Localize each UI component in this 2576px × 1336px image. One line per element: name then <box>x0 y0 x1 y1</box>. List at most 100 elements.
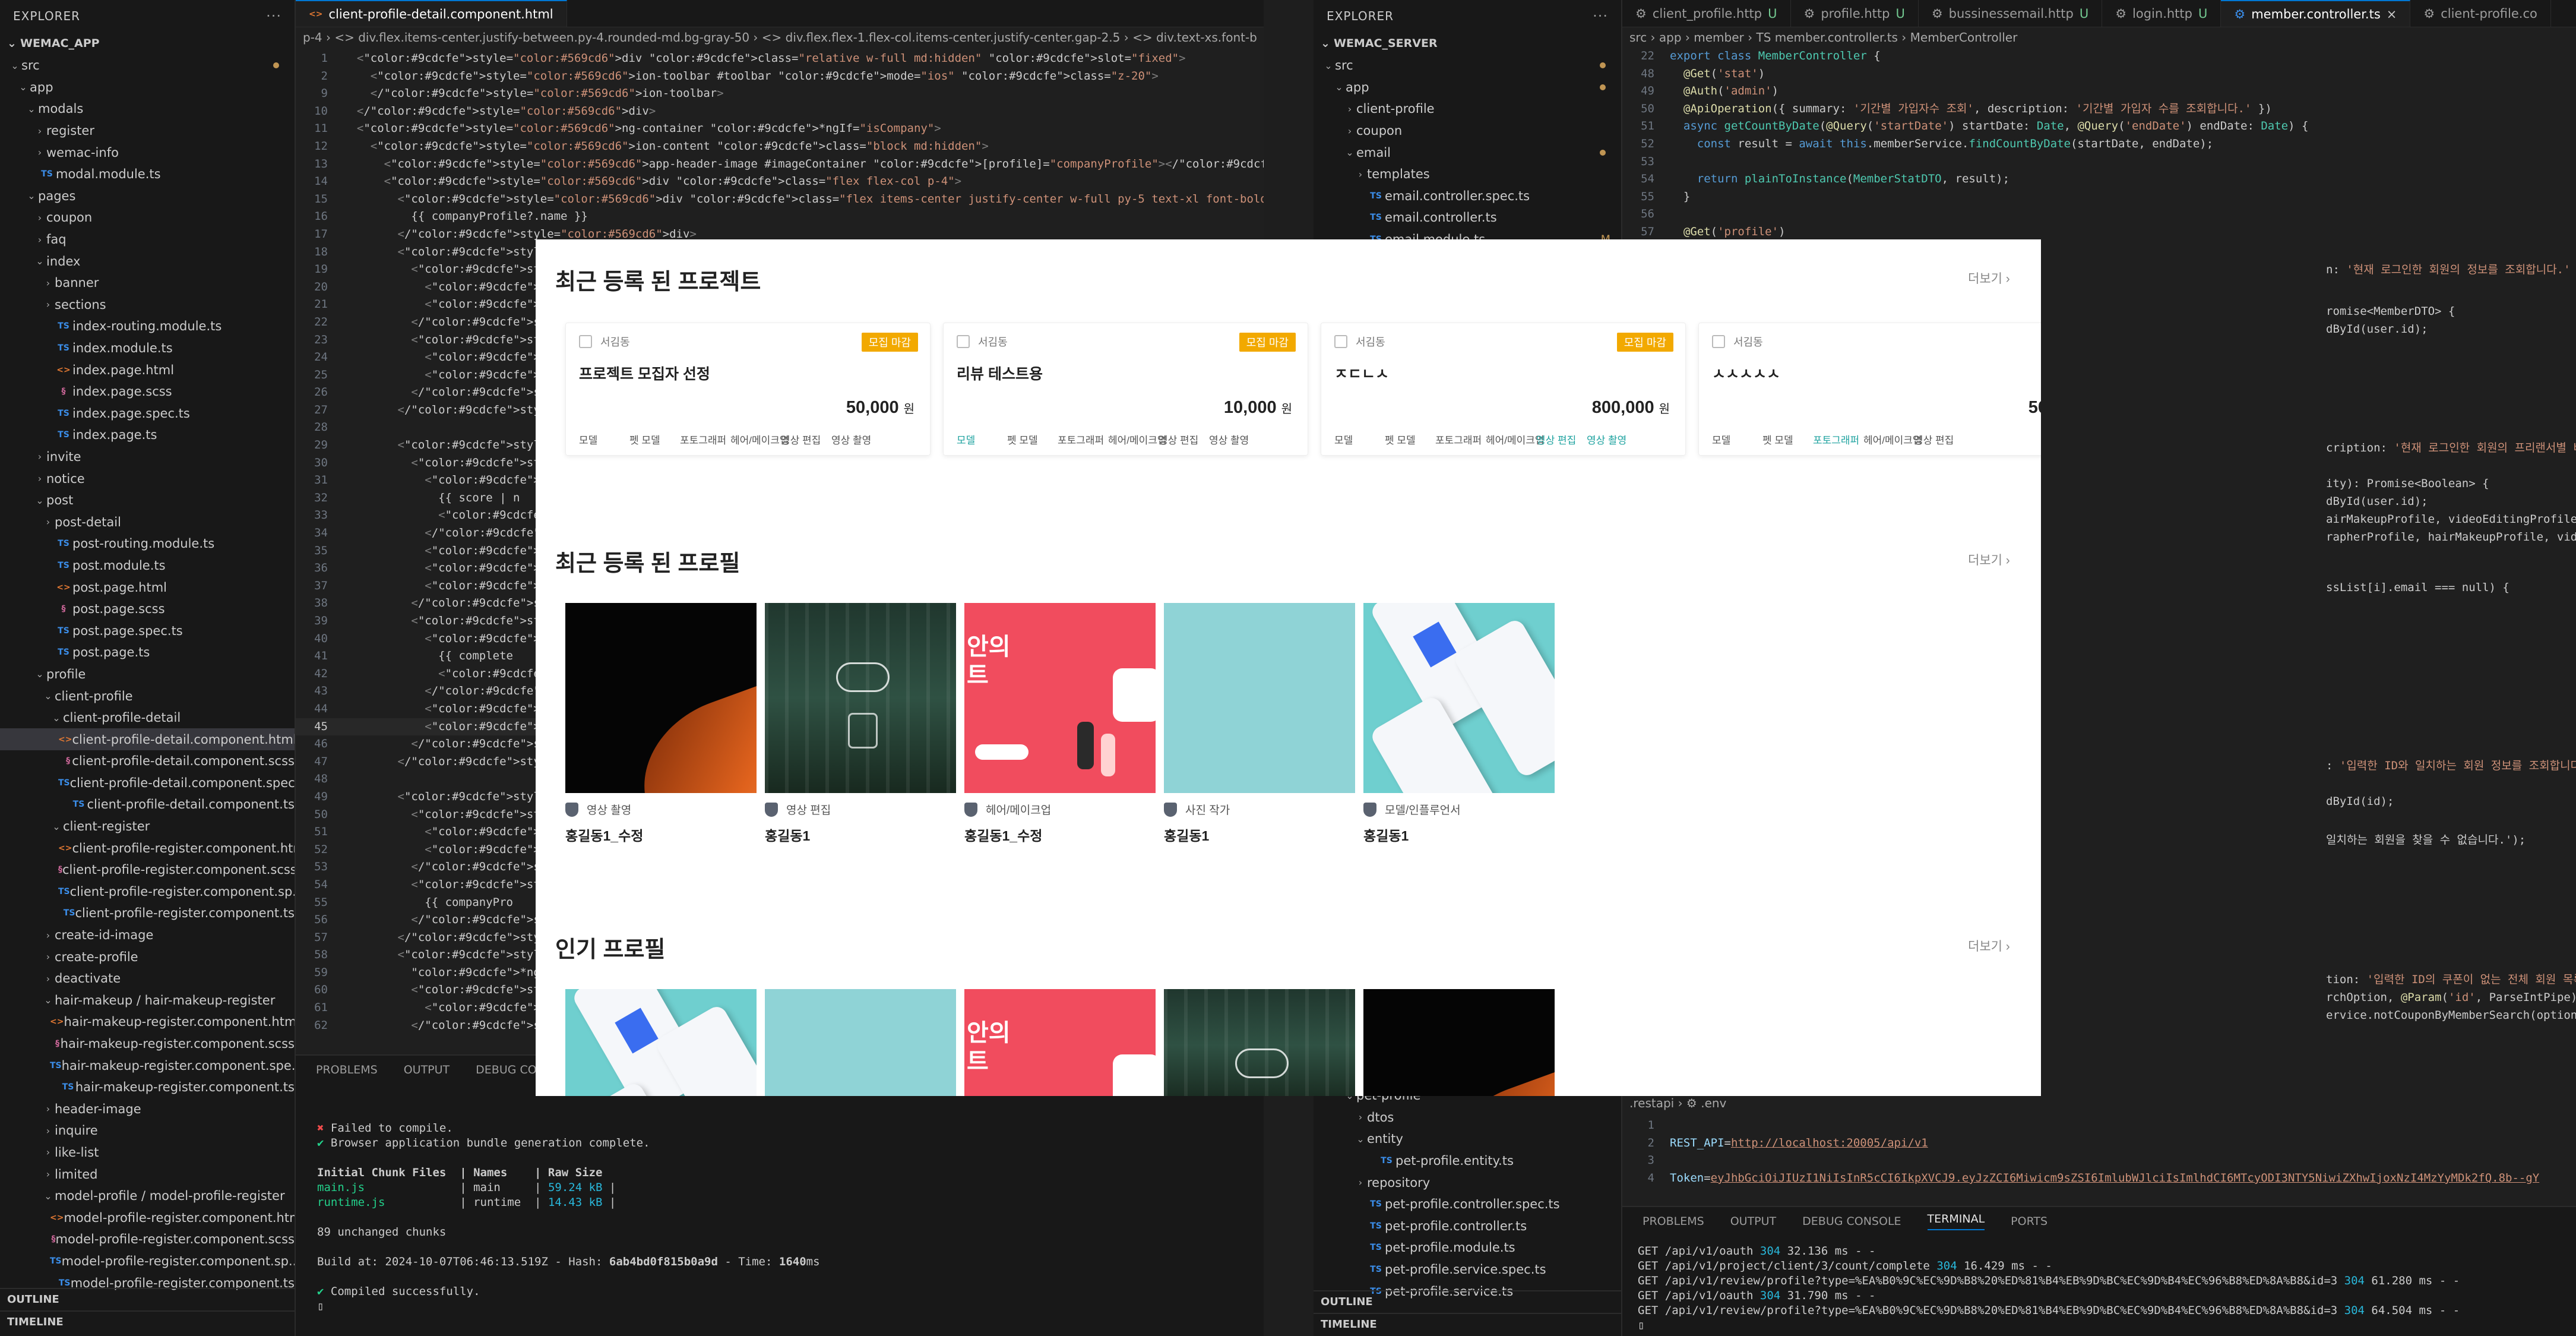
tree-folder[interactable]: › coupon <box>0 207 295 229</box>
tree-file[interactable]: TS post.module.ts <box>0 555 295 577</box>
editor-tab[interactable]: ⚙ login.http U <box>2102 0 2221 27</box>
profile-card[interactable]: 안의 트 헤어/메이크업 홍길동1_수정 <box>964 603 1156 845</box>
panel-tab-problems[interactable]: PROBLEMS <box>316 1063 378 1076</box>
profile-card[interactable]: 모델/인플루언서 홍길동1 <box>1363 603 1555 845</box>
tree-file[interactable]: TS modal.module.ts <box>0 163 295 185</box>
more-actions-icon[interactable]: ··· <box>1593 8 1608 24</box>
tree-folder[interactable]: ⌄ src <box>1314 55 1621 77</box>
more-actions-icon[interactable]: ··· <box>266 8 281 24</box>
editor-tab[interactable]: ⚙ client-profile.co <box>2410 0 2551 27</box>
tree-file[interactable]: TS client-profile-register.component.ts <box>0 902 295 924</box>
tree-folder[interactable]: › templates <box>1314 163 1621 185</box>
tree-file[interactable]: <> index.page.html <box>0 359 295 381</box>
tree-folder[interactable]: ⌄ client-profile <box>0 685 295 707</box>
project-card[interactable]: 서김동 ㅅㅅㅅㅅㅅ 50 모델 펫 모델 포토그래퍼헤어/메이크업영상 편집 <box>1698 323 2041 456</box>
tree-file[interactable]: TS index.module.ts <box>0 337 295 359</box>
tree-file[interactable]: TS pet-profile.module.ts <box>1314 1237 1621 1259</box>
tree-file[interactable]: TS model-profile-register.component.sp... <box>0 1250 295 1272</box>
profile-card[interactable]: 영상 편집 홍길동1 <box>765 603 956 845</box>
tree-folder[interactable]: › sections <box>0 294 295 316</box>
tree-folder[interactable]: ⌄ index <box>0 250 295 272</box>
tree-folder[interactable]: ⌄ pages <box>0 185 295 207</box>
tree-file[interactable]: TS email.controller.ts <box>1314 207 1621 229</box>
tree-folder[interactable]: ⌄ modals <box>0 98 295 120</box>
tree-file[interactable]: TS hair-makeup-register.component.spe... <box>0 1054 295 1076</box>
tree-file[interactable]: TS hair-makeup-register.component.ts <box>0 1076 295 1098</box>
tree-file[interactable]: TS pet-profile.service.spec.ts <box>1314 1259 1621 1281</box>
panel-tab-ports[interactable]: PORTS <box>2011 1215 2047 1228</box>
breadcrumb[interactable]: src › app › member › TS member.controlle… <box>1622 27 2576 48</box>
tree-file[interactable]: TS client-profile-detail.component.ts <box>0 794 295 816</box>
outline-section[interactable]: OUTLINE <box>1314 1290 1621 1312</box>
editor-tab[interactable]: ⚙ member.controller.ts × <box>2221 0 2411 27</box>
panel-tab-output[interactable]: OUTPUT <box>404 1063 450 1076</box>
tree-file[interactable]: TS post.page.spec.ts <box>0 620 295 642</box>
tree-folder[interactable]: › wemac-info <box>0 141 295 163</box>
profile-card[interactable]: 사진 작가 홍길동1 <box>1164 603 1355 845</box>
editor-tab[interactable]: ⚙ profile.http U <box>1791 0 1919 27</box>
env-editor[interactable]: 1 2 REST_API=http://localhost:20005/api/v1… <box>1622 1113 2576 1187</box>
tree-file[interactable]: TS index.page.ts <box>0 424 295 446</box>
popular-profile-card[interactable]: 안의 트 <box>964 989 1156 1096</box>
tree-folder[interactable]: › post-detail <box>0 511 295 533</box>
tree-folder[interactable]: › notice <box>0 468 295 489</box>
tree-folder[interactable]: ⌄ model-profile / model-profile-register <box>0 1185 295 1207</box>
recent-projects-more-link[interactable]: 더보기 › <box>1968 269 2010 287</box>
profile-card[interactable]: 영상 촬영 홍길동1_수정 <box>565 603 757 845</box>
popular-profile-card[interactable] <box>765 989 956 1096</box>
terminal-output[interactable]: GET /api/v1/oauth 304 32.136 ms - - GET /… <box>1622 1236 2576 1336</box>
tree-file[interactable]: TS client-profile-detail.component.spec..… <box>0 772 295 794</box>
timeline-section[interactable]: TIMELINE <box>0 1310 295 1332</box>
tree-file[interactable]: TS email.controller.spec.ts <box>1314 185 1621 207</box>
panel-tab-terminal[interactable]: TERMINAL <box>1927 1212 1985 1230</box>
tree-folder[interactable]: ⌄ app <box>1314 77 1621 99</box>
tree-folder[interactable]: ⌄ src <box>0 55 295 77</box>
panel-tab-output[interactable]: OUTPUT <box>1730 1215 1776 1228</box>
outline-section[interactable]: OUTLINE <box>0 1288 295 1309</box>
tree-folder[interactable]: › inquire <box>0 1120 295 1142</box>
tree-file[interactable]: TS pet-profile.controller.ts <box>1314 1215 1621 1237</box>
breadcrumb[interactable]: p-4 › <> div.flex.items-center.justify-b… <box>296 27 1264 48</box>
tree-folder[interactable]: › register <box>0 120 295 142</box>
project-name[interactable]: ⌄ WEMAC_APP <box>0 32 295 55</box>
tree-folder[interactable]: ⌄ app <box>0 77 295 99</box>
project-card[interactable]: 서김동 모집 마감 프로젝트 모집자 선정 50,000 원 모델 펫 모델 포토그래퍼 헤어/… <box>565 323 931 456</box>
popular-profile-card[interactable] <box>565 989 757 1096</box>
tree-folder[interactable]: › faq <box>0 229 295 251</box>
tree-file[interactable]: TS post.page.ts <box>0 642 295 664</box>
tree-file[interactable]: § client-profile-register.component.scss <box>0 859 295 881</box>
tab-client-profile-detail-html[interactable]: <> client-profile-detail.component.html <box>296 0 567 27</box>
tree-file[interactable]: <> client-profile-detail.component.html <box>0 728 295 750</box>
tree-folder[interactable]: › repository <box>1314 1171 1621 1193</box>
popular-profile-card[interactable] <box>1363 989 1555 1096</box>
panel-tab-problems[interactable]: PROBLEMS <box>1643 1215 1704 1228</box>
panel-tab-debug-console[interactable]: DEBUG CONSOLE <box>1802 1215 1901 1228</box>
tree-file[interactable]: <> client-profile-register.component.html <box>0 837 295 859</box>
tree-folder[interactable]: › client-profile <box>1314 98 1621 120</box>
tree-folder[interactable]: ⌄ entity <box>1314 1128 1621 1150</box>
tree-folder[interactable]: › create-id-image <box>0 924 295 946</box>
tree-file[interactable]: § index.page.scss <box>0 381 295 403</box>
tree-folder[interactable]: › create-profile <box>0 946 295 968</box>
tree-file[interactable]: TS post-routing.module.ts <box>0 533 295 555</box>
popular-profile-card[interactable] <box>1164 989 1355 1096</box>
project-card[interactable]: 서김동 모집 마감 리뷰 테스트용 10,000 원 모델 펫 모델 포토그래퍼 헤어/메이크업… <box>943 323 1308 456</box>
tree-file[interactable]: <> hair-makeup-register.component.html <box>0 1011 295 1033</box>
project-name[interactable]: ⌄ WEMAC_SERVER <box>1314 32 1621 55</box>
env-breadcrumb[interactable]: .restapi › ⚙ .env <box>1622 1093 2576 1113</box>
popular-profiles-more-link[interactable]: 더보기 › <box>1968 937 2010 955</box>
tree-folder[interactable]: ⌄ hair-makeup / hair-makeup-register <box>0 990 295 1012</box>
tree-file[interactable]: <> post.page.html <box>0 576 295 598</box>
tree-folder[interactable]: › invite <box>0 446 295 468</box>
tree-folder[interactable]: › coupon <box>1314 120 1621 142</box>
recent-profiles-more-link[interactable]: 더보기 › <box>1968 551 2010 568</box>
tree-folder[interactable]: › limited <box>0 1163 295 1185</box>
tree-folder[interactable]: ⌄ client-register <box>0 816 295 838</box>
tree-file[interactable]: <> model-profile-register.component.html <box>0 1206 295 1228</box>
tree-folder[interactable]: › deactivate <box>0 968 295 990</box>
tree-folder[interactable]: ⌄ email <box>1314 141 1621 163</box>
tree-file[interactable]: § client-profile-detail.component.scss <box>0 750 295 772</box>
tree-folder[interactable]: › header-image <box>0 1098 295 1120</box>
editor-tab[interactable]: ⚙ client_profile.http U <box>1622 0 1791 27</box>
tree-folder[interactable]: › dtos <box>1314 1107 1621 1129</box>
